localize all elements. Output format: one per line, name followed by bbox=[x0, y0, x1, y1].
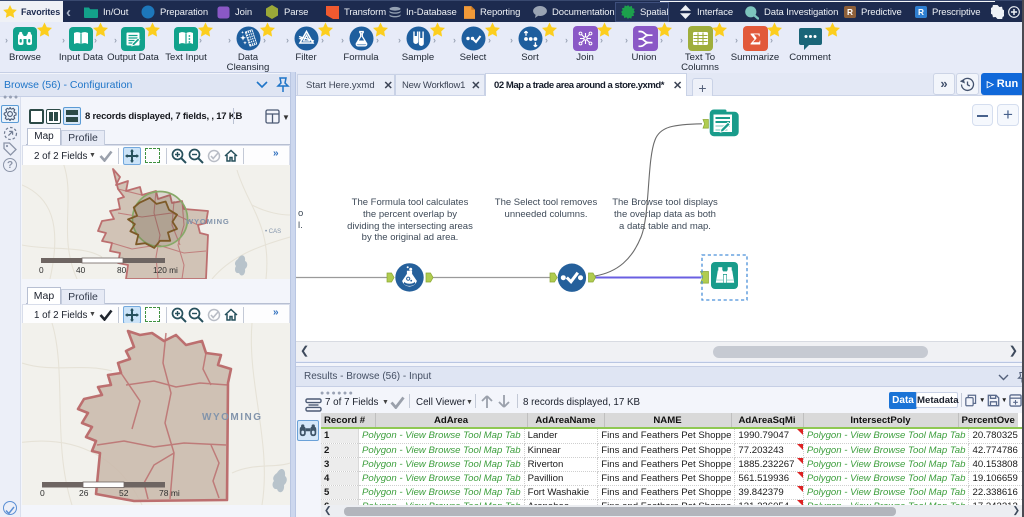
svg-text:26: 26 bbox=[79, 488, 89, 498]
svg-text:0: 0 bbox=[40, 488, 45, 498]
svg-text:R: R bbox=[918, 7, 924, 17]
svg-text:• CAS: • CAS bbox=[265, 229, 281, 235]
svg-text:40: 40 bbox=[76, 265, 86, 275]
svg-text:78 mi: 78 mi bbox=[159, 488, 180, 498]
svg-text:WYOMING: WYOMING bbox=[202, 412, 263, 423]
svg-text:80: 80 bbox=[117, 265, 127, 275]
svg-text:R: R bbox=[847, 7, 853, 17]
svg-text:Σ: Σ bbox=[750, 30, 761, 49]
svg-text:120 mi: 120 mi bbox=[153, 265, 178, 275]
svg-text:0: 0 bbox=[39, 265, 44, 275]
svg-text:52: 52 bbox=[119, 488, 129, 498]
svg-text:WYOMING: WYOMING bbox=[186, 217, 230, 226]
